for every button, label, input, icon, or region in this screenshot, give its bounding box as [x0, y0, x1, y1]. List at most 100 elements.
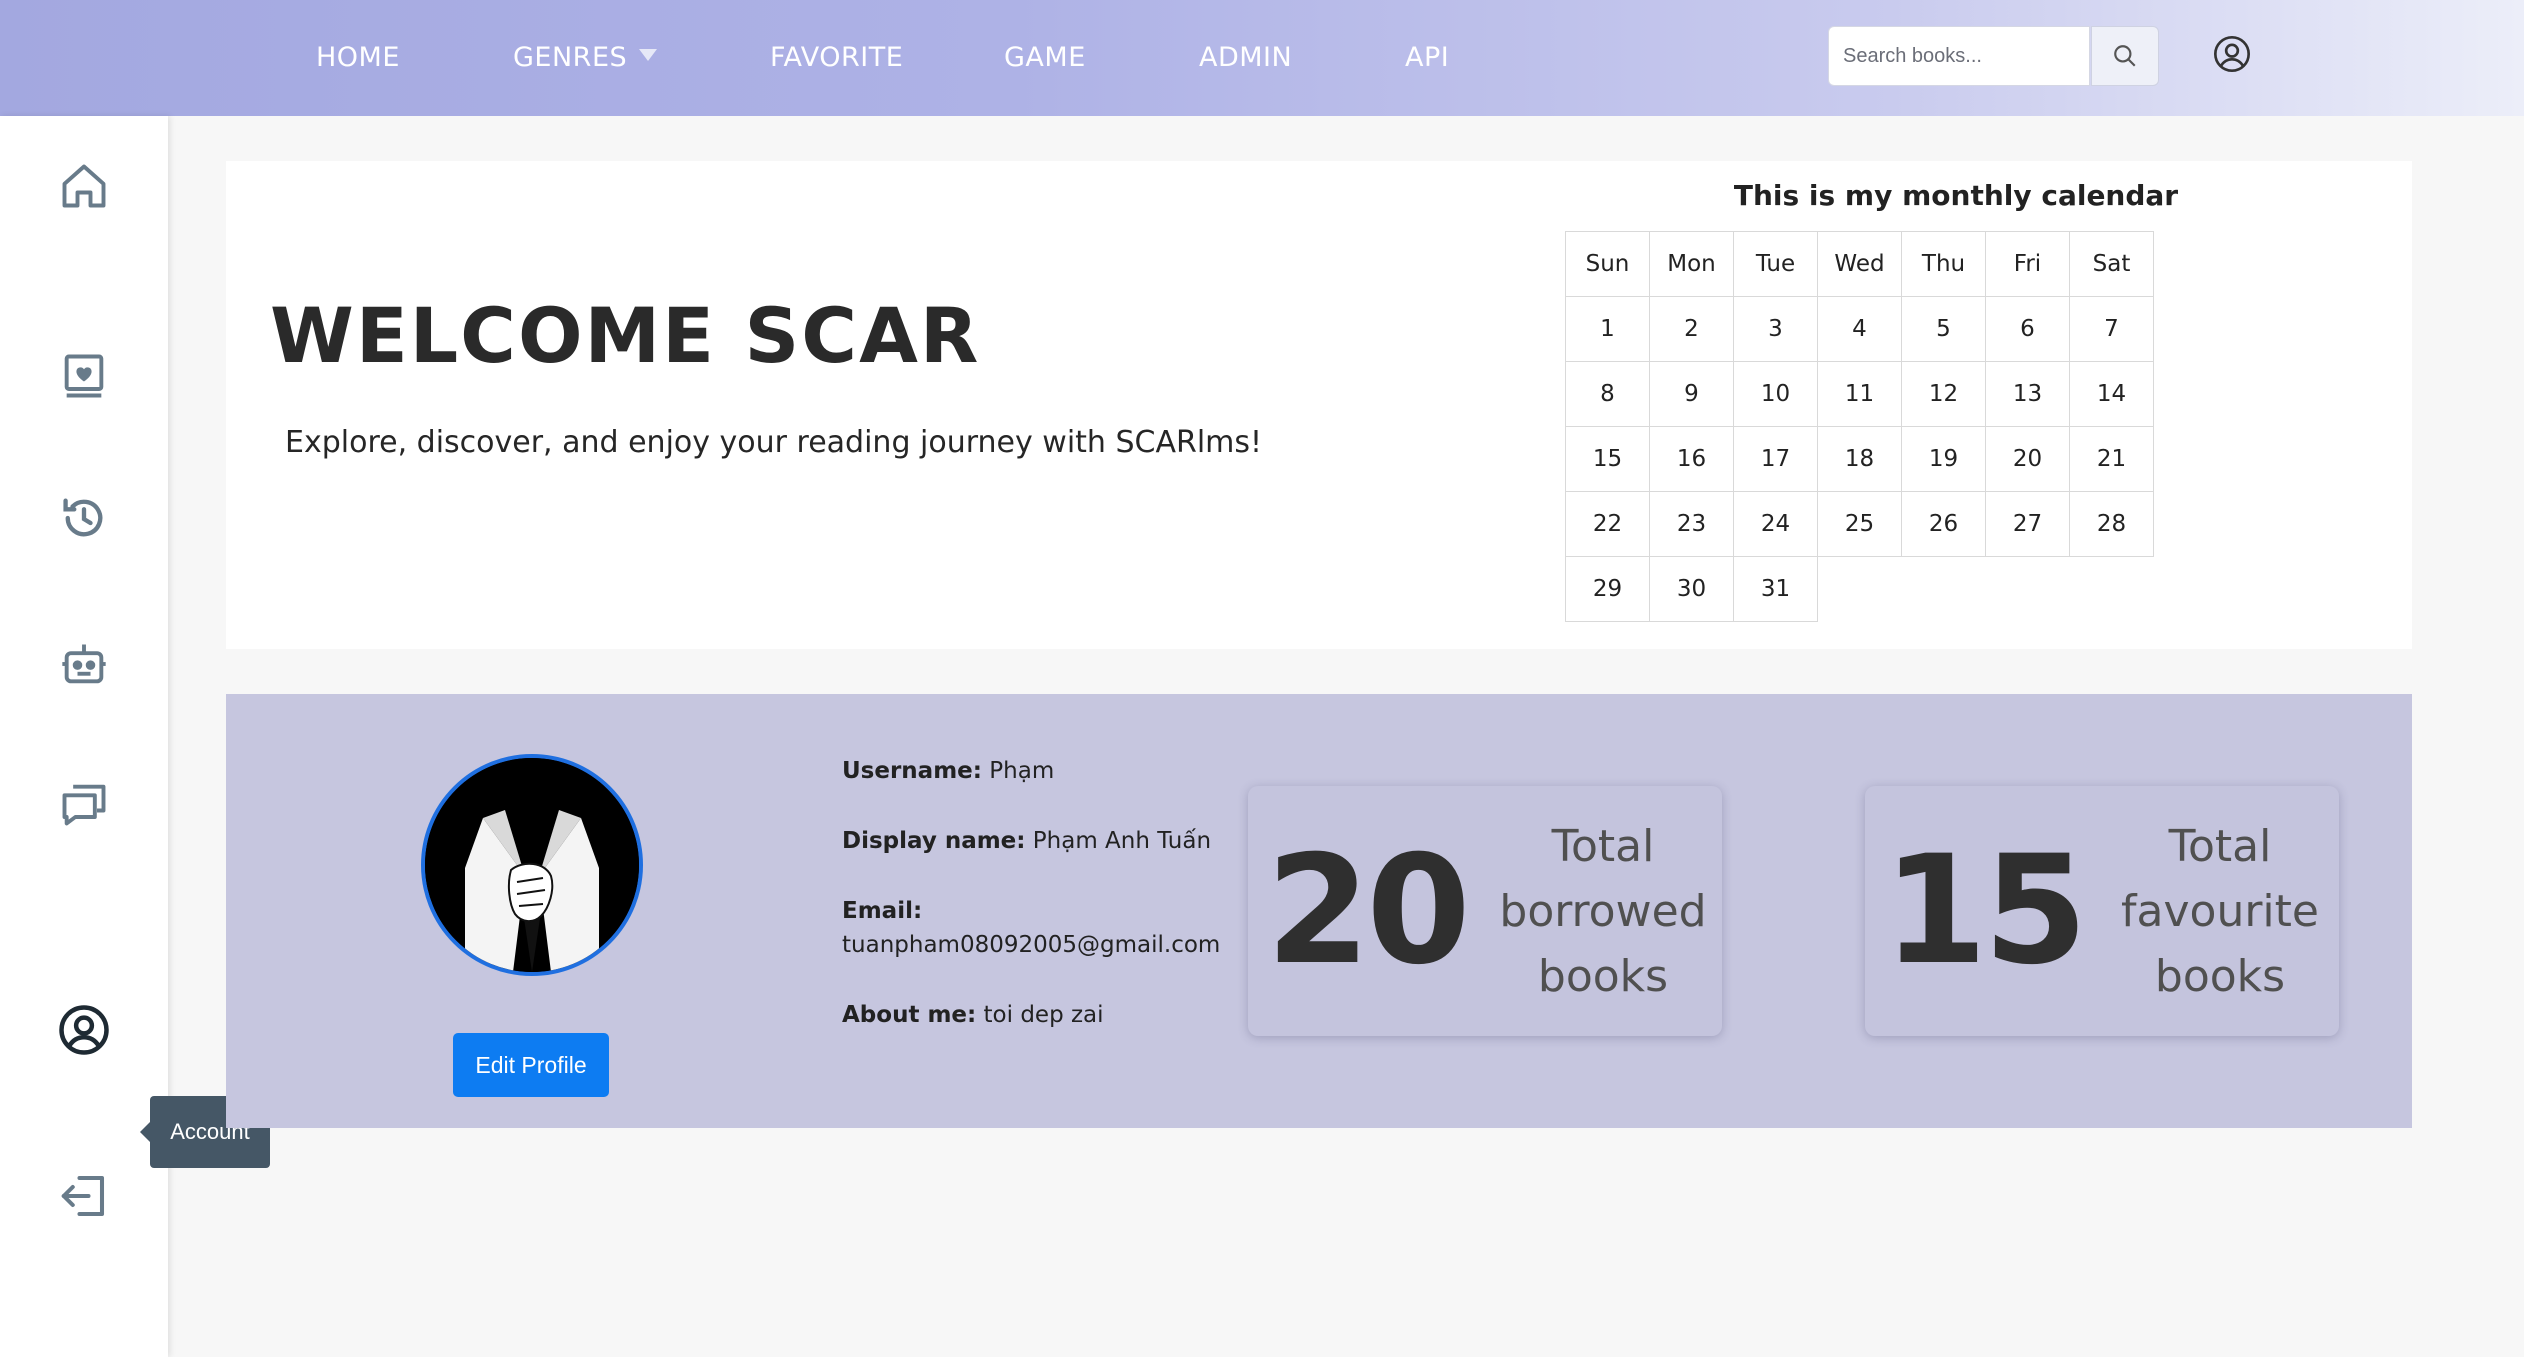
- about-value: toi dep zai: [983, 1002, 1104, 1028]
- borrowed-label: Total borrowed books: [1498, 814, 1708, 1009]
- username-row: Username: Phạm: [842, 758, 1054, 784]
- sidebar-account[interactable]: [54, 1000, 114, 1060]
- monthly-calendar: Sun Mon Tue Wed Thu Fri Sat 1 2 3 4 5 6 …: [1565, 231, 2154, 622]
- calendar-day: 31: [1733, 556, 1818, 622]
- calendar-day: 27: [1985, 491, 2070, 557]
- calendar-day: 25: [1817, 491, 1902, 557]
- favourite-count: 15: [1883, 824, 2088, 998]
- about-label: About me:: [842, 1002, 977, 1028]
- email-value: tuanpham08092005@gmail.com: [842, 932, 1221, 958]
- favourite-label-line: books: [2154, 951, 2286, 1002]
- calendar-week-row: 1 2 3 4 5 6 7: [1565, 296, 2154, 362]
- calendar-day: 14: [2069, 361, 2154, 427]
- nav-genres[interactable]: GENRES: [513, 38, 658, 78]
- calendar-day-header: Mon: [1649, 231, 1734, 297]
- calendar-day: 23: [1649, 491, 1734, 557]
- calendar-day: 24: [1733, 491, 1818, 557]
- favourite-books-card: 15 Total favourite books: [1865, 786, 2339, 1036]
- sidebar-history[interactable]: [54, 488, 114, 548]
- calendar-week-row: 15 16 17 18 19 20 21: [1565, 426, 2154, 492]
- borrowed-books-card: 20 Total borrowed books: [1248, 786, 1722, 1036]
- favourite-label-line: favourite: [2121, 886, 2319, 937]
- email-value-row: tuanpham08092005@gmail.com: [842, 932, 1220, 958]
- user-profile-button[interactable]: [2212, 34, 2252, 74]
- calendar-empty-cell: [1818, 557, 1902, 622]
- calendar-day: 29: [1565, 556, 1650, 622]
- borrowed-count: 20: [1266, 824, 1471, 998]
- top-navbar: HOME GENRES FAVORITE GAME ADMIN API: [0, 0, 2524, 116]
- calendar-day: 19: [1901, 426, 1986, 492]
- calendar-day: 17: [1733, 426, 1818, 492]
- borrowed-label-line: borrowed: [1499, 886, 1707, 937]
- calendar-title: This is my monthly calendar: [1733, 179, 2179, 212]
- calendar-day: 6: [1985, 296, 2070, 362]
- calendar-day: 2: [1649, 296, 1734, 362]
- calendar-day: 11: [1817, 361, 1902, 427]
- welcome-subtitle: Explore, discover, and enjoy your readin…: [285, 425, 1263, 460]
- calendar-day: 10: [1733, 361, 1818, 427]
- display-name-label: Display name:: [842, 828, 1026, 854]
- calendar-day: 20: [1985, 426, 2070, 492]
- calendar-day: 15: [1565, 426, 1650, 492]
- email-label-row: Email:: [842, 898, 922, 924]
- nav-genres-label: GENRES: [513, 42, 628, 73]
- calendar-week-row: 8 9 10 11 12 13 14: [1565, 361, 2154, 427]
- edit-profile-button[interactable]: Edit Profile: [453, 1033, 609, 1097]
- calendar-week-row: 29 30 31: [1565, 556, 2154, 622]
- profile-panel: Edit Profile Username: Phạm Display name…: [226, 694, 2412, 1128]
- account-icon: [59, 1005, 109, 1055]
- nav-home[interactable]: HOME: [316, 38, 400, 78]
- search-button[interactable]: [2091, 26, 2159, 86]
- user-circle-icon: [2214, 36, 2250, 72]
- calendar-empty-cell: [1902, 557, 1986, 622]
- username-value: Phạm: [989, 758, 1055, 784]
- caret-down-icon: [639, 48, 658, 61]
- calendar-day: 1: [1565, 296, 1650, 362]
- borrowed-label-line: Total: [1551, 821, 1655, 872]
- sidebar-home[interactable]: [54, 156, 114, 216]
- nav-favorite[interactable]: FAVORITE: [770, 38, 903, 78]
- display-name-row: Display name: Phạm Anh Tuấn: [842, 828, 1211, 854]
- calendar-day: 21: [2069, 426, 2154, 492]
- calendar-day: 9: [1649, 361, 1734, 427]
- calendar-day: 13: [1985, 361, 2070, 427]
- sidebar-chat[interactable]: [54, 774, 114, 834]
- history-icon: [63, 498, 103, 537]
- calendar-day: 7: [2069, 296, 2154, 362]
- calendar-day: 22: [1565, 491, 1650, 557]
- nav-game[interactable]: GAME: [1004, 38, 1086, 78]
- calendar-empty-cell: [1986, 557, 2070, 622]
- nav-api[interactable]: API: [1405, 38, 1449, 78]
- calendar-day: 8: [1565, 361, 1650, 427]
- calendar-day: 16: [1649, 426, 1734, 492]
- welcome-title: WELCOME SCAR: [270, 291, 981, 380]
- calendar-day: 12: [1901, 361, 1986, 427]
- display-name-value: Phạm Anh Tuấn: [1032, 828, 1212, 854]
- calendar-header-row: Sun Mon Tue Wed Thu Fri Sat: [1565, 231, 2154, 297]
- calendar-day-header: Wed: [1817, 231, 1902, 297]
- calendar-day-header: Fri: [1985, 231, 2070, 297]
- calendar-week-row: 22 23 24 25 26 27 28: [1565, 491, 2154, 557]
- email-label: Email:: [842, 898, 923, 924]
- calendar-day-header: Tue: [1733, 231, 1818, 297]
- robot-icon: [62, 644, 106, 684]
- logout-icon: [61, 1175, 105, 1217]
- avatar: [421, 754, 643, 976]
- favourite-label: Total favourite books: [2115, 814, 2325, 1009]
- home-icon: [62, 164, 106, 208]
- calendar-empty-cell: [2070, 557, 2154, 622]
- sidebar-bot[interactable]: [54, 634, 114, 694]
- about-row: About me: toi dep zai: [842, 1002, 1104, 1028]
- calendar-day: 3: [1733, 296, 1818, 362]
- calendar-day-header: Sat: [2069, 231, 2154, 297]
- search-input[interactable]: [1828, 26, 2090, 86]
- calendar-day: 30: [1649, 556, 1734, 622]
- username-label: Username:: [842, 758, 982, 784]
- calendar-day: 28: [2069, 491, 2154, 557]
- calendar-day: 5: [1901, 296, 1986, 362]
- sidebar-logout[interactable]: [54, 1166, 114, 1226]
- sidebar-favorite-books[interactable]: [54, 346, 114, 406]
- calendar-day: 4: [1817, 296, 1902, 362]
- sidebar: Account: [0, 116, 270, 1357]
- nav-admin[interactable]: ADMIN: [1199, 38, 1292, 78]
